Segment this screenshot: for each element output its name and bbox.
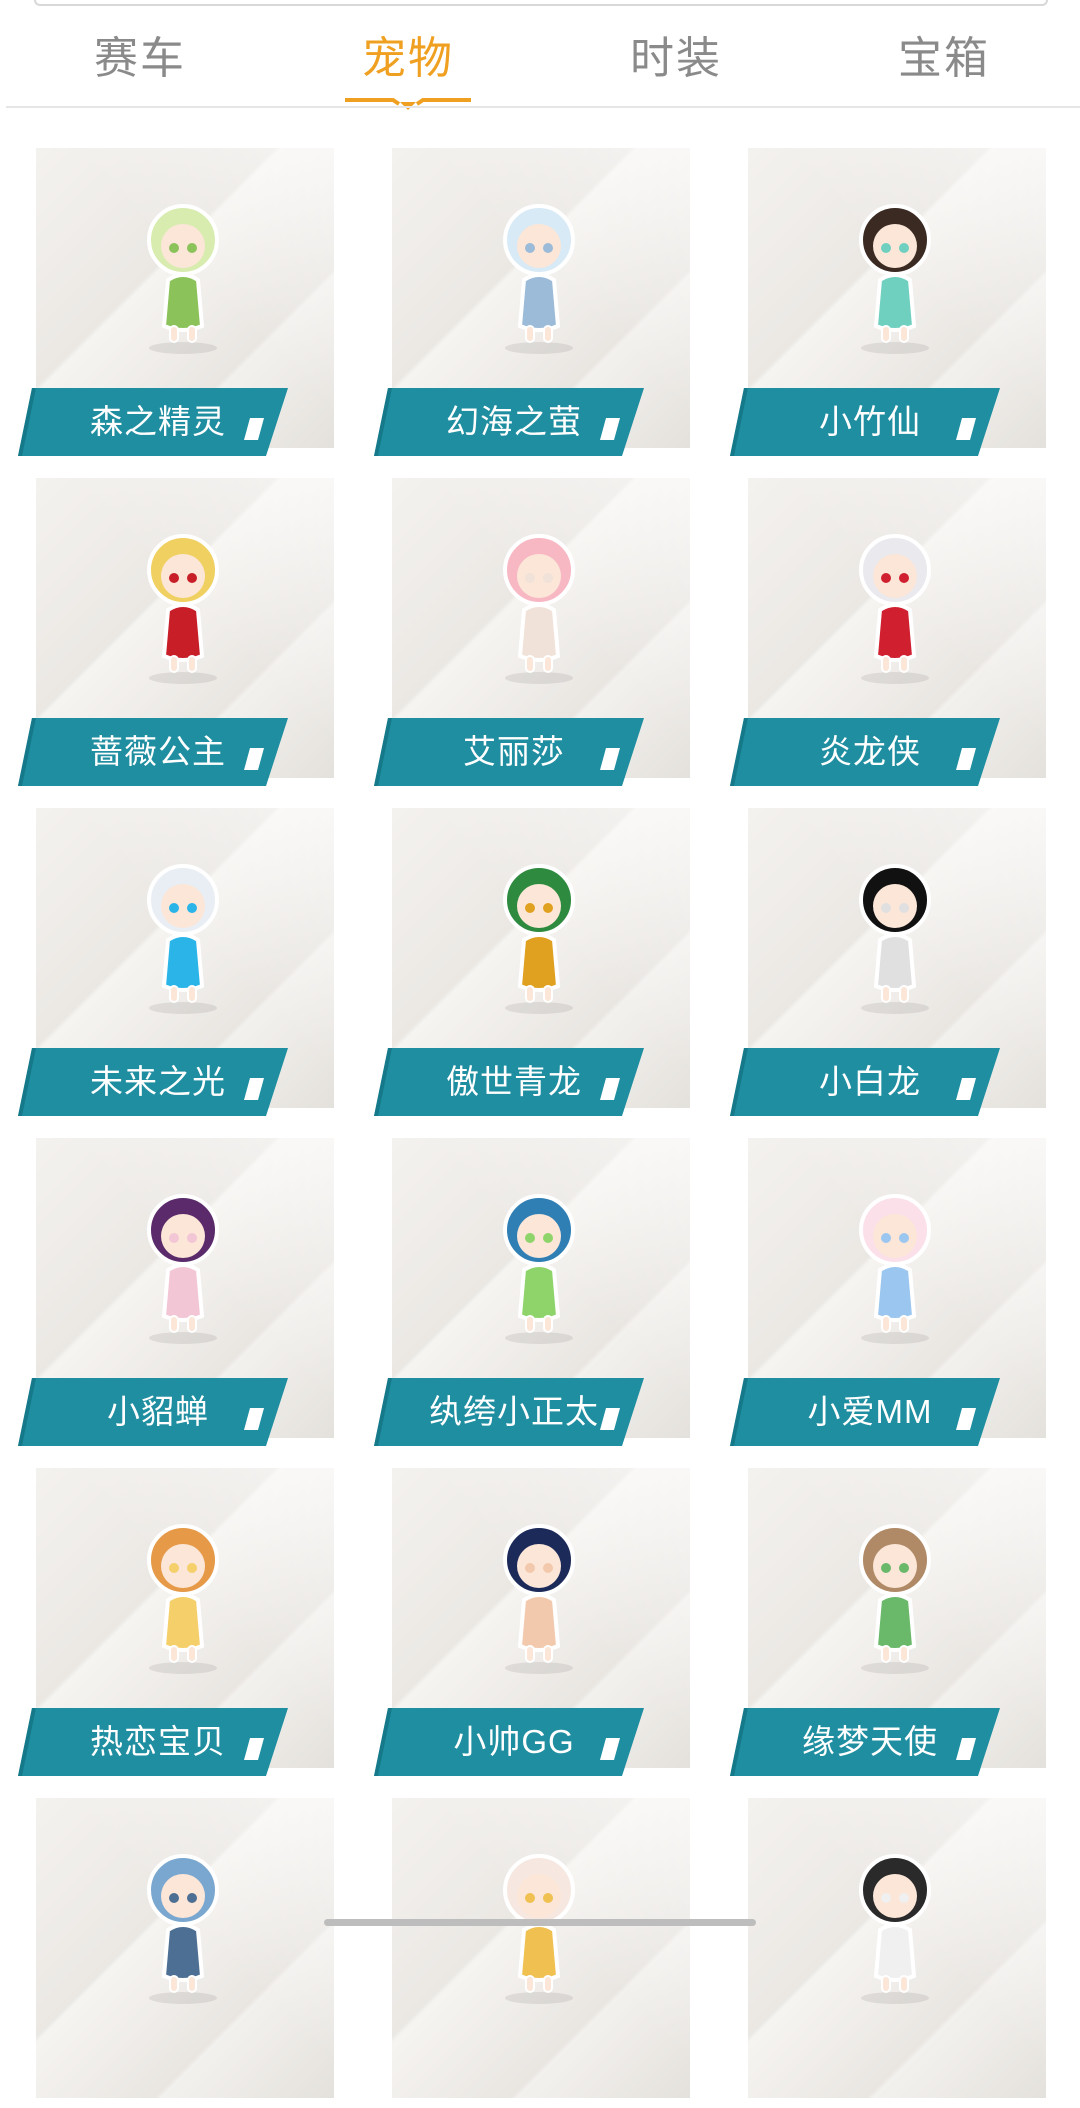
- pet-name: 小白龙: [819, 1063, 921, 1100]
- alisa-bunny-character-icon: [503, 534, 575, 684]
- pet-name: 热恋宝贝: [90, 1723, 226, 1760]
- pet-card[interactable]: 蔷薇公主: [18, 478, 334, 788]
- pet-name: 炎龙侠: [819, 733, 921, 770]
- category-tabs: 赛车 宠物 时装 宝箱: [0, 0, 1080, 110]
- pet-name: 缘梦天使: [802, 1723, 938, 1760]
- pet-card[interactable]: 炎龙侠: [730, 478, 1046, 788]
- pet-card[interactable]: 热恋宝贝: [18, 1468, 334, 1778]
- eagle-character-icon: [859, 1854, 931, 2004]
- pet-card[interactable]: 幻海之萤: [374, 148, 690, 458]
- pet-name: 纨绔小正太: [429, 1393, 599, 1430]
- pet-card[interactable]: 小貂蝉: [18, 1138, 334, 1448]
- baby-boy-car-character-icon: [503, 1524, 575, 1674]
- scroll-indicator[interactable]: [324, 1919, 756, 1926]
- shark-hood-boy-character-icon: [503, 1194, 575, 1344]
- future-light-robot-icon: [147, 864, 219, 1014]
- active-tab-indicator: [345, 98, 471, 110]
- pet-card[interactable]: 小白龙: [730, 808, 1046, 1118]
- tab-fashion[interactable]: 时装: [576, 22, 776, 86]
- green-dragon-mech-icon: [503, 864, 575, 1014]
- pet-card[interactable]: 纨绔小正太: [374, 1138, 690, 1448]
- sweetheart-twins-character-icon: [147, 1524, 219, 1674]
- rose-princess-character-icon: [147, 534, 219, 684]
- pet-name: 傲世青龙: [446, 1063, 582, 1100]
- pet-name: 艾丽莎: [463, 733, 565, 770]
- little-diaochan-character-icon: [147, 1194, 219, 1344]
- sea-firefly-character-icon: [503, 204, 575, 354]
- pet-card[interactable]: 傲世青龙: [374, 808, 690, 1118]
- pet-card[interactable]: 小竹仙: [730, 148, 1046, 458]
- blue-dragon-character-icon: [147, 1854, 219, 2004]
- pet-card[interactable]: 森之精灵: [18, 148, 334, 458]
- pet-card[interactable]: 未来之光: [18, 808, 334, 1118]
- little-white-dragon-character-icon: [859, 864, 931, 1014]
- tab-divider: [6, 106, 1080, 108]
- pet-name: 小爱MM: [807, 1393, 933, 1430]
- pet-name: 未来之光: [90, 1063, 226, 1100]
- tab-pets[interactable]: 宠物: [308, 22, 508, 86]
- pet-name: 森之精灵: [90, 403, 226, 440]
- pet-name: 小貂蝉: [107, 1393, 209, 1430]
- tab-treasure-box[interactable]: 宝箱: [844, 22, 1044, 86]
- pet-name: 蔷薇公主: [90, 733, 226, 770]
- pet-card[interactable]: 缘梦天使: [730, 1468, 1046, 1778]
- pet-card[interactable]: [730, 1798, 1046, 2108]
- flame-dragon-hero-character-icon: [859, 534, 931, 684]
- tab-cars[interactable]: 赛车: [40, 22, 240, 86]
- pet-card[interactable]: 小爱MM: [730, 1138, 1046, 1448]
- bamboo-fairy-character-icon: [859, 204, 931, 354]
- bear-hat-girl-character-icon: [859, 1194, 931, 1344]
- pet-card[interactable]: 小帅GG: [374, 1468, 690, 1778]
- pet-card[interactable]: [18, 1798, 334, 2108]
- pet-name: 小竹仙: [819, 403, 921, 440]
- pet-name: 幻海之萤: [446, 403, 582, 440]
- pet-name: 小帅GG: [453, 1723, 575, 1760]
- dream-angel-character-icon: [859, 1524, 931, 1674]
- pet-card[interactable]: 艾丽莎: [374, 478, 690, 788]
- pet-card[interactable]: [374, 1798, 690, 2108]
- forest-elf-character-icon: [147, 204, 219, 354]
